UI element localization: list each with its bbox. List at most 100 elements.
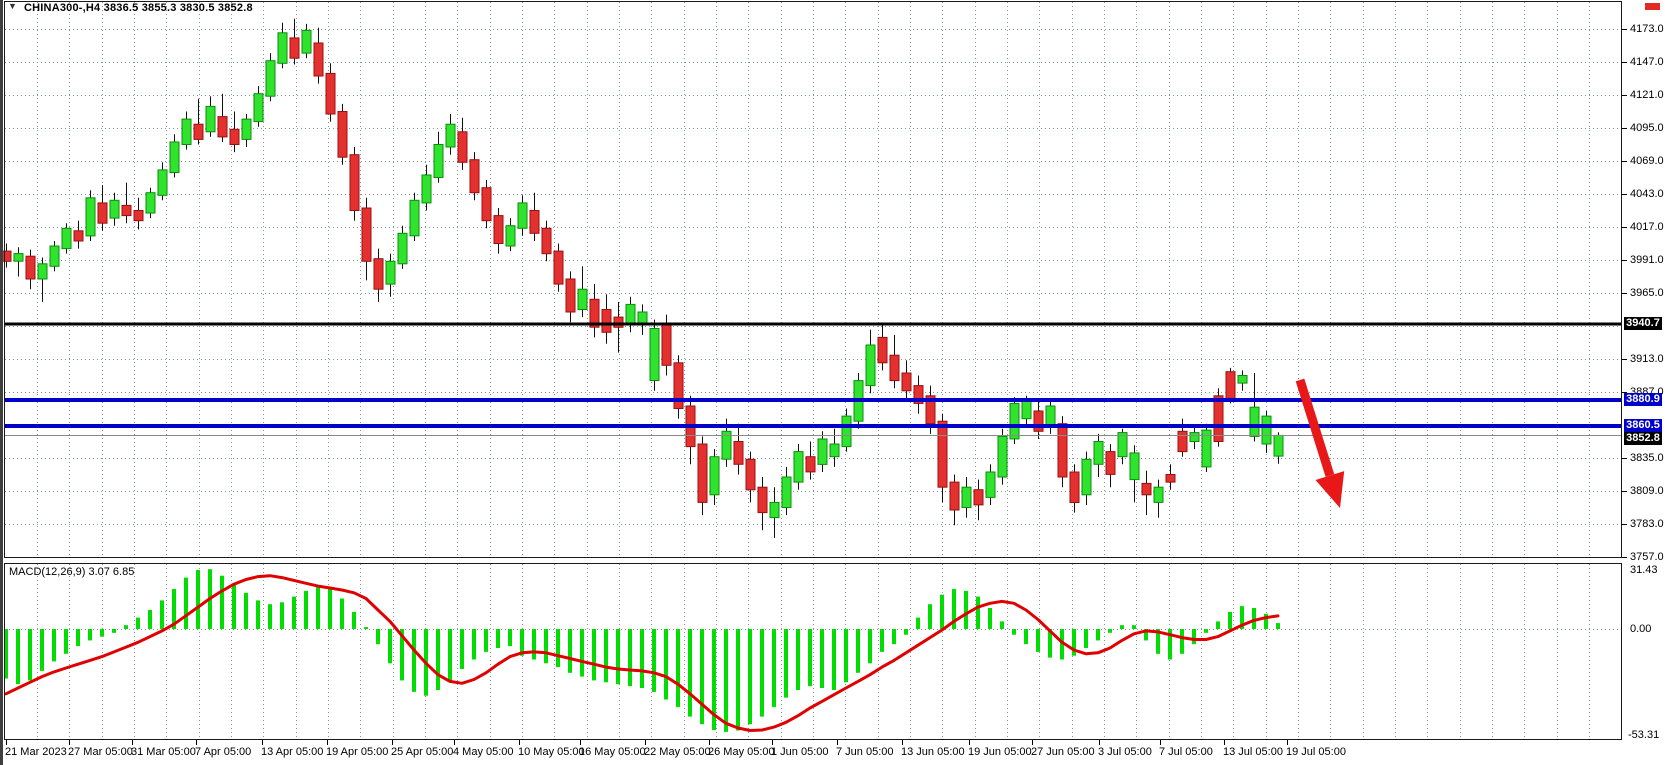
price-axis-label: 4095.0: [1630, 122, 1664, 135]
macd-hist-bar: [904, 629, 908, 635]
candle: [710, 457, 719, 495]
candle: [410, 200, 419, 236]
candle: [986, 472, 995, 497]
candle: [206, 106, 215, 131]
macd-hist-bar: [340, 599, 344, 630]
macd-hist-bar: [124, 625, 128, 629]
macd-hist-bar: [880, 629, 884, 652]
candle: [1118, 433, 1127, 457]
macd-hist-bar: [1216, 621, 1220, 629]
chart-window: ▼ CHINA300-,H4 3836.5 3855.3 3830.5 3852…: [0, 0, 1665, 765]
price-axis-label: 4017.0: [1630, 221, 1664, 234]
candle: [1250, 407, 1259, 436]
candle: [770, 502, 779, 517]
macd-hist-bar: [700, 629, 704, 724]
candle: [1070, 472, 1079, 503]
macd-hist-bar: [136, 618, 140, 629]
candle: [1046, 406, 1055, 426]
macd-hist-bar: [1192, 629, 1196, 644]
macd-hist-bar: [724, 629, 728, 732]
candle: [542, 228, 551, 253]
candle: [1190, 433, 1199, 442]
macd-hist-bar: [460, 629, 464, 669]
price-axis-label: 4147.0: [1630, 56, 1664, 69]
candle: [170, 142, 179, 173]
time-axis-label: 4 May 05:00: [453, 746, 514, 759]
macd-hist-bar: [52, 629, 56, 661]
candle: [758, 487, 767, 512]
candle: [98, 203, 107, 223]
macd-hist-bar: [940, 595, 944, 629]
candle: [422, 175, 431, 203]
candle: [566, 279, 575, 312]
macd-hist-bar: [1120, 625, 1124, 629]
candle: [398, 233, 407, 263]
candle: [362, 208, 371, 261]
price-tag: 3940.7: [1624, 317, 1662, 330]
macd-hist-bar: [664, 629, 668, 700]
candle: [386, 261, 395, 284]
macd-hist-bar: [280, 602, 284, 629]
macd-hist-bar: [1096, 629, 1100, 640]
macd-hist-bar: [232, 583, 236, 629]
macd-hist-bar: [736, 629, 740, 731]
chart-title: CHINA300-,H4 3836.5 3855.3 3830.5 3852.8: [24, 2, 253, 14]
time-axis-label: 13 Apr 05:00: [261, 746, 323, 759]
macd-hist-bar: [508, 629, 512, 646]
candle: [1262, 416, 1271, 444]
corner-marker: [1645, 3, 1660, 10]
macd-hist-bar: [1084, 629, 1088, 648]
candle: [110, 200, 119, 218]
macd-hist-bar: [316, 587, 320, 629]
macd-axis-max: 31.43: [1630, 564, 1658, 577]
candle: [530, 211, 539, 234]
time-axis-label: 13 Jul 05:00: [1223, 746, 1283, 759]
macd-hist-bar: [1000, 621, 1004, 629]
candle: [794, 452, 803, 483]
price-axis-label: 3783.0: [1630, 518, 1664, 531]
macd-hist-bar: [256, 600, 260, 629]
macd-hist-bar: [868, 629, 872, 663]
candle: [1154, 487, 1163, 502]
macd-hist-bar: [1276, 623, 1280, 629]
candle: [350, 155, 359, 211]
macd-hist-bar: [448, 629, 452, 680]
price-axis-label: 4173.0: [1630, 23, 1664, 36]
candle: [218, 117, 227, 137]
candle: [818, 439, 827, 464]
candle: [242, 119, 251, 139]
candle: [74, 231, 83, 241]
macd-hist-bar: [244, 593, 248, 629]
candle: [1226, 372, 1235, 399]
macd-hist-bar: [64, 629, 68, 654]
candle: [374, 259, 383, 290]
price-axis-label: 3965.0: [1630, 287, 1664, 300]
macd-hist-bar: [628, 629, 632, 686]
time-axis-label: 13 Jun 05:00: [901, 746, 965, 759]
candle: [1034, 411, 1043, 431]
candle: [1106, 452, 1115, 475]
candle: [230, 129, 239, 144]
candle: [806, 457, 815, 472]
macd-hist-bar: [328, 589, 332, 629]
candle: [1142, 483, 1151, 494]
candle: [254, 94, 263, 122]
macd-hist-bar: [688, 629, 692, 717]
candle: [134, 211, 143, 221]
macd-hist-bar: [196, 570, 200, 629]
candle: [518, 203, 527, 228]
candle: [266, 61, 275, 96]
price-axis-label: 3835.0: [1630, 452, 1664, 465]
candle: [26, 256, 35, 279]
candle: [878, 337, 887, 362]
candle: [938, 421, 947, 487]
candle: [14, 254, 23, 262]
macd-hist-bar: [1180, 629, 1184, 654]
macd-hist-bar: [1204, 629, 1208, 633]
macd-hist-bar: [304, 591, 308, 629]
candle: [326, 73, 335, 114]
time-axis-label: 21 Mar 2023: [5, 746, 67, 759]
candle: [1274, 435, 1283, 456]
symbol-dropdown-icon[interactable]: ▼: [8, 1, 17, 11]
macd-hist-bar: [100, 629, 104, 637]
